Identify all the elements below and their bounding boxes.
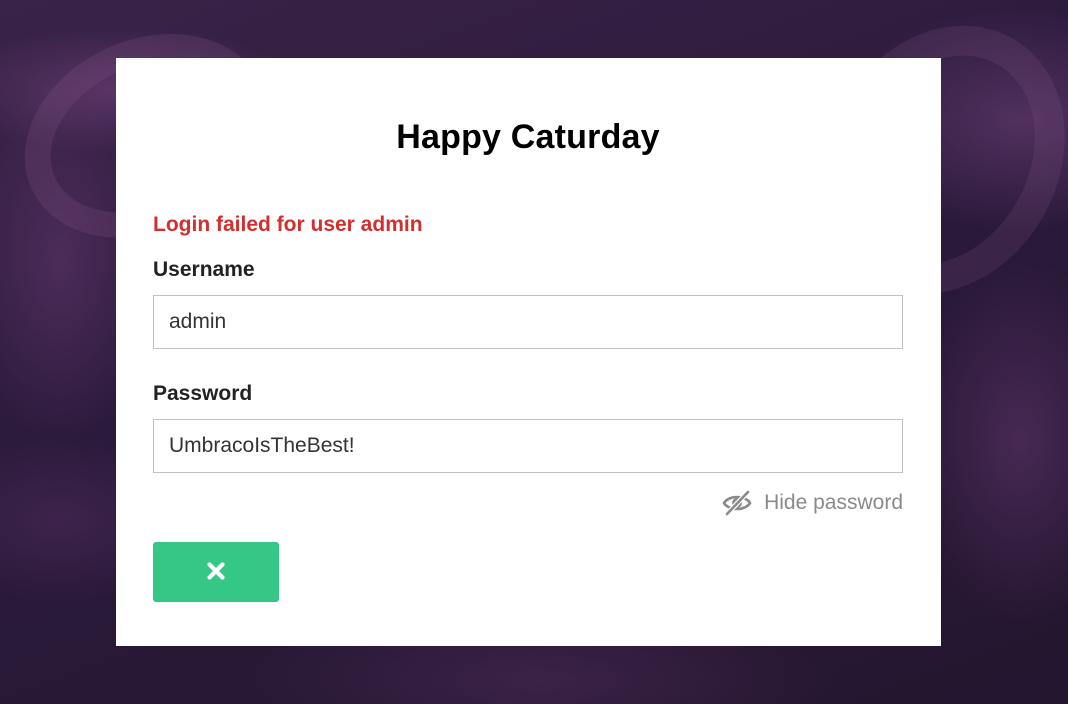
login-submit-button[interactable] bbox=[153, 542, 279, 602]
password-toggle-row: Hide password bbox=[153, 487, 903, 519]
page-title: Happy Caturday bbox=[396, 118, 660, 156]
eye-slash-icon bbox=[722, 490, 764, 516]
hide-password-toggle[interactable]: Hide password bbox=[722, 490, 903, 516]
password-label: Password bbox=[153, 382, 253, 405]
close-icon bbox=[207, 561, 225, 583]
username-input[interactable] bbox=[153, 295, 903, 349]
login-card: Happy Caturday Login failed for user adm… bbox=[116, 58, 941, 646]
hide-password-label: Hide password bbox=[764, 491, 903, 514]
password-input[interactable] bbox=[153, 419, 903, 473]
username-label: Username bbox=[153, 258, 255, 281]
login-error-message: Login failed for user admin bbox=[153, 213, 423, 236]
